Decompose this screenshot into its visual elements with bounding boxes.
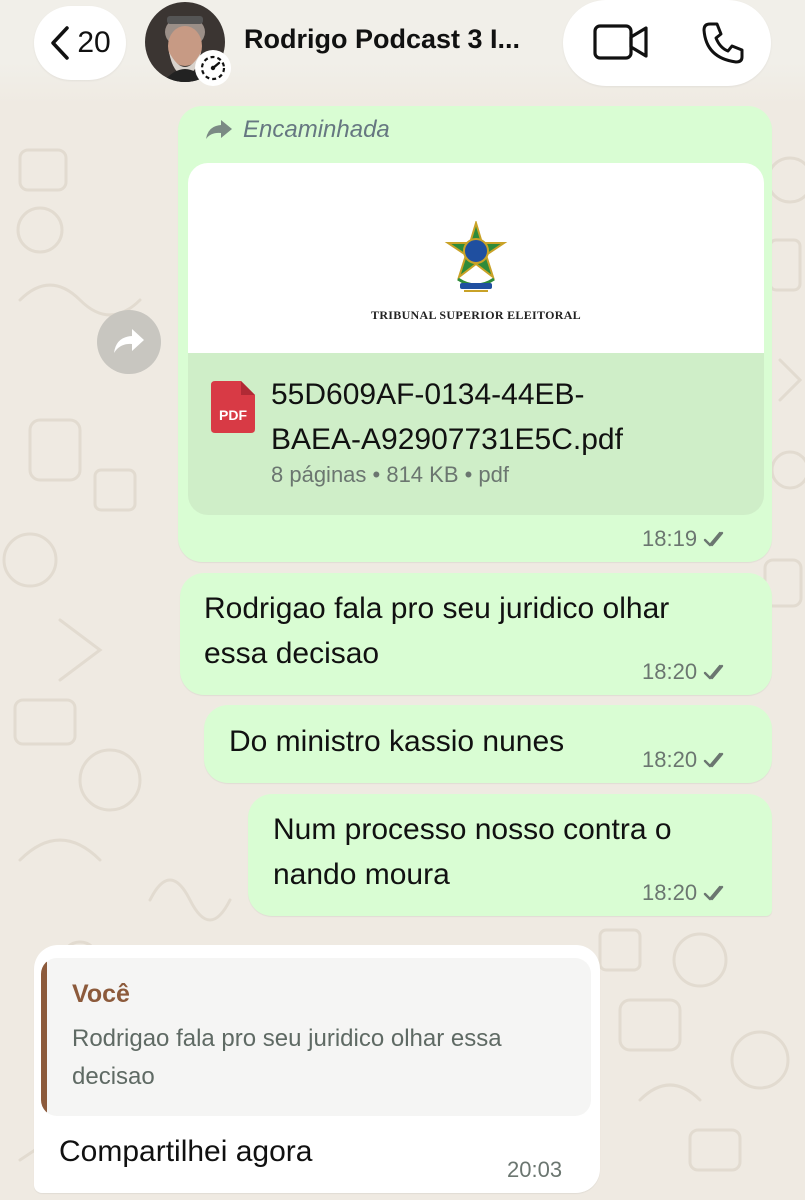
forward-share-button[interactable] bbox=[97, 310, 161, 374]
double-check-icon bbox=[703, 531, 724, 547]
quote-line-1: Rodrigao fala pro seu juridico olhar ess… bbox=[72, 1025, 502, 1052]
phone-icon bbox=[702, 22, 744, 64]
pdf-badge-label: PDF bbox=[219, 407, 247, 423]
contact-name[interactable]: Rodrigo Podcast 3 I... bbox=[244, 24, 554, 55]
message-time: 18:19 bbox=[642, 526, 698, 551]
file-name-line-2: BAEA-A92907731E5C.pdf bbox=[271, 423, 623, 456]
pdf-file-icon: PDF bbox=[211, 381, 255, 433]
document-preview-title: TRIBUNAL SUPERIOR ELEITORAL bbox=[371, 308, 581, 322]
double-check-icon bbox=[703, 664, 724, 680]
quote-author: Você bbox=[72, 980, 130, 1008]
quoted-message[interactable]: Você Rodrigao fala pro seu juridico olha… bbox=[41, 958, 591, 1116]
double-check-icon bbox=[703, 752, 724, 768]
share-arrow-icon bbox=[114, 329, 144, 353]
forward-arrow-icon bbox=[206, 120, 232, 139]
document-preview[interactable]: TRIBUNAL SUPERIOR ELEITORAL bbox=[188, 163, 764, 353]
quote-text: Rodrigao fala pro seu juridico olhar ess… bbox=[72, 1020, 582, 1096]
unread-count: 20 bbox=[77, 26, 111, 59]
chevron-left-icon bbox=[51, 26, 70, 60]
message-meta: 20:03 bbox=[507, 1157, 562, 1183]
disappearing-timer-icon bbox=[195, 50, 231, 86]
message-time: 18:20 bbox=[642, 880, 698, 905]
message-meta: 18:19 bbox=[642, 526, 729, 552]
file-name: 55D609AF-0134-44EB- BAEA-A92907731E5C.pd… bbox=[271, 372, 751, 462]
forwarded-text: Encaminhada bbox=[243, 116, 390, 143]
message-meta: 18:20 bbox=[642, 747, 729, 773]
message-line-1: Rodrigao fala pro seu juridico olhar bbox=[204, 592, 670, 625]
message-meta: 18:20 bbox=[642, 880, 729, 906]
chat-header: 20 Rodrigo Podcast 3 I... bbox=[0, 0, 805, 105]
video-call-button[interactable] bbox=[592, 20, 650, 64]
forwarded-label: Encaminhada bbox=[205, 116, 390, 144]
message-line-1: Num processo nosso contra o bbox=[273, 813, 672, 846]
double-check-icon bbox=[703, 885, 724, 901]
voice-call-button[interactable] bbox=[696, 16, 750, 70]
quote-accent-bar bbox=[41, 958, 47, 1116]
message-text: Do ministro kassio nunes bbox=[229, 725, 565, 758]
message-time: 20:03 bbox=[507, 1157, 563, 1182]
file-meta: 8 páginas • 814 KB • pdf bbox=[271, 462, 510, 487]
video-camera-icon bbox=[593, 24, 648, 60]
quote-line-2: decisao bbox=[72, 1063, 155, 1090]
back-button[interactable]: 20 bbox=[34, 6, 126, 80]
message-time: 18:20 bbox=[642, 659, 698, 684]
message-time: 18:20 bbox=[642, 747, 698, 772]
file-name-line-1: 55D609AF-0134-44EB- bbox=[271, 378, 585, 411]
brazil-coat-of-arms-icon bbox=[444, 221, 508, 292]
message-meta: 18:20 bbox=[642, 659, 729, 685]
reply-text: Compartilhei agora bbox=[59, 1135, 313, 1168]
